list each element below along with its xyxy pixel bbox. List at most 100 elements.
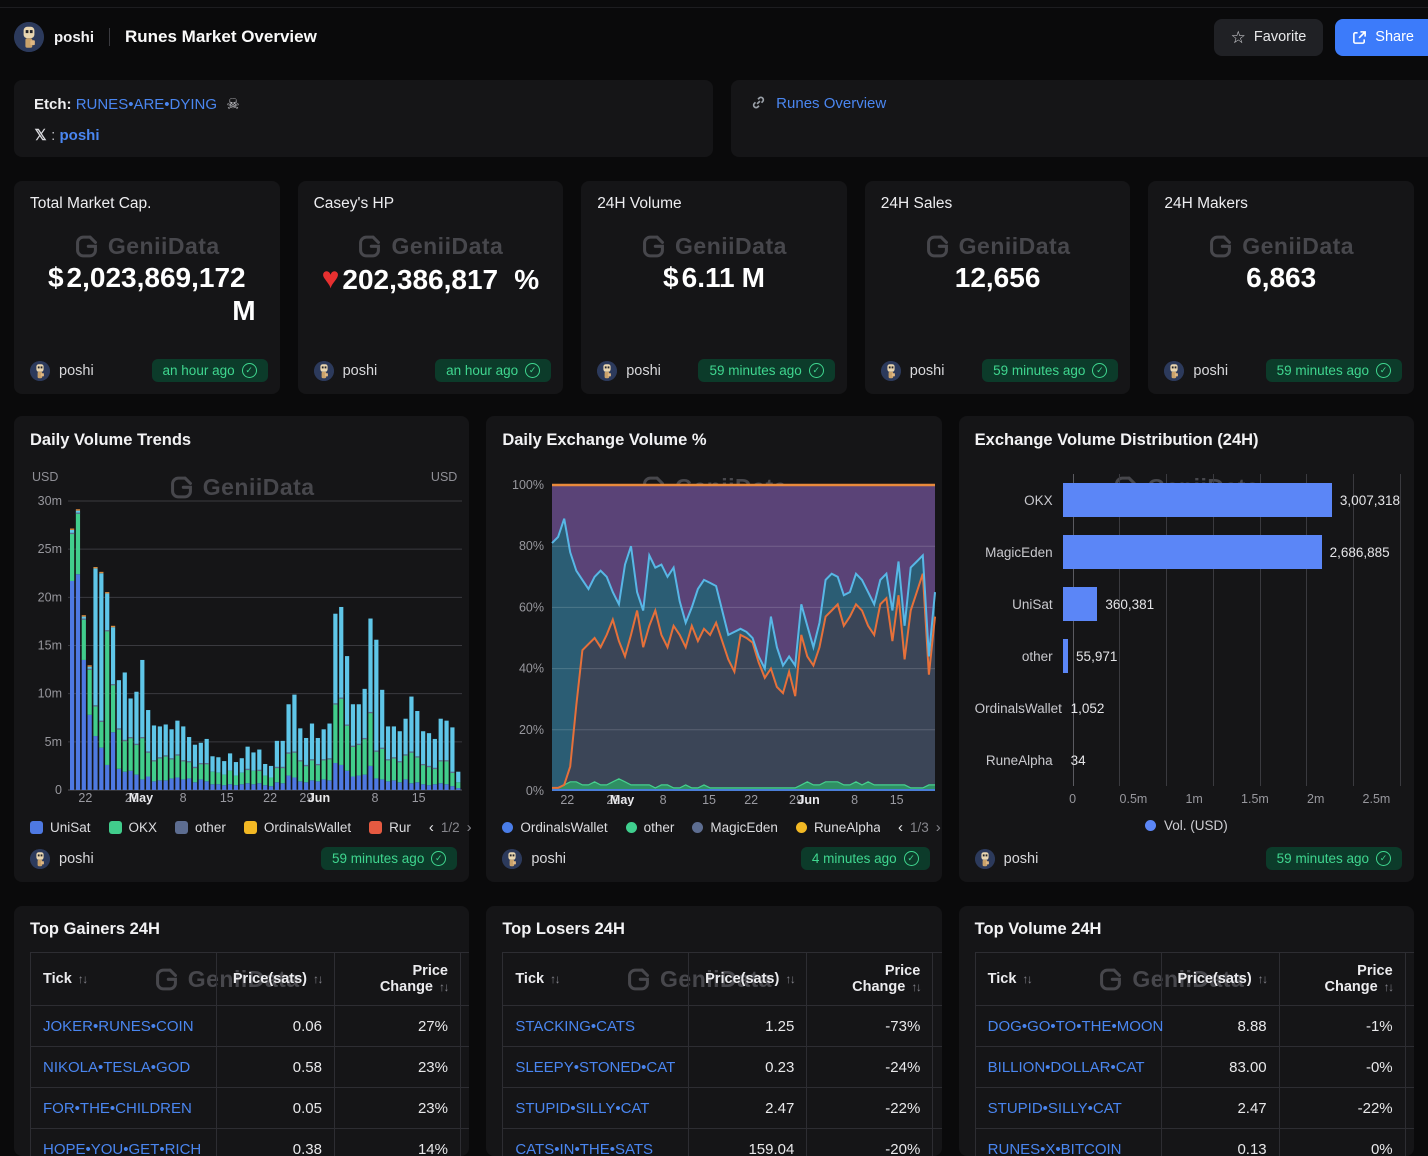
user-name[interactable]: poshi [54,29,94,46]
sort-icon[interactable]: ↑↓ [550,972,559,986]
volume-cell [1405,1129,1414,1156]
tick-cell[interactable]: STUPID•SILLY•CAT [503,1088,689,1129]
bar-segment [351,746,355,777]
column-header[interactable]: Price(sats)↑↓ [689,953,807,1006]
column-header[interactable]: Price Change↑↓ [807,953,933,1006]
table-row: SLEEPY•STONED•CAT0.23-24% [503,1047,942,1088]
sort-icon[interactable]: ↑↓ [78,972,87,986]
hbar-row[interactable]: OrdinalsWallet1,052 [975,682,1400,734]
bar-segment [169,729,173,758]
stat-number: 2,023,869,172 [67,261,246,294]
author-name[interactable]: poshi [343,363,378,379]
chart-legend[interactable]: Vol. (USD) [959,818,1414,833]
author-name[interactable]: poshi [59,363,94,379]
share-button[interactable]: Share [1335,19,1428,56]
etch-card: Etch: RUNES•ARE•DYING ☠ 𝕏 : poshi [14,80,713,157]
sort-icon[interactable]: ↑↓ [439,980,448,994]
sort-icon[interactable]: ↑↓ [313,972,322,986]
bar[interactable] [1063,535,1322,569]
tick-cell[interactable]: STACKING•CATS [503,1006,689,1047]
column-header[interactable]: Tick↑↓ [503,953,689,1006]
stacked-area-chart[interactable]: 0%20%40%60%80%100%2229May8152229Jun815 [494,480,938,806]
card-footer: poshi 59 minutes ago✓ [881,359,1119,382]
bar-segment [175,754,179,777]
column-header[interactable] [1405,953,1414,1006]
bar-segment [76,511,80,513]
author-name[interactable]: poshi [1004,851,1039,867]
etch-link[interactable]: RUNES•ARE•DYING [76,96,217,113]
legend-item[interactable]: UniSat [30,820,91,835]
horizontal-bar-chart[interactable]: OKX3,007,318MagicEden2,686,885UniSat360,… [975,474,1400,810]
legend-item[interactable]: OKX [109,820,158,835]
legend-item[interactable]: Rur [369,820,411,835]
favorite-button[interactable]: ☆ Favorite [1214,19,1324,56]
tick-cell[interactable]: SLEEPY•STONED•CAT [503,1047,689,1088]
column-header[interactable]: V↑↓ [461,953,470,1006]
tick-cell[interactable]: RUNES•X•BITCOIN [975,1129,1161,1156]
column-header[interactable]: Price Change↑↓ [1279,953,1405,1006]
next-page-arrow[interactable]: › [467,819,472,836]
hbar-row[interactable]: other55,971 [975,630,1400,682]
author-name[interactable]: poshi [910,363,945,379]
next-page-arrow[interactable]: › [936,819,941,836]
tick-cell[interactable]: BILLION•DOLLAR•CAT [975,1047,1161,1088]
bar-segment [281,783,285,790]
legend-item[interactable]: RuneAlpha [796,820,880,835]
legend-item[interactable]: other [626,820,675,835]
bar[interactable] [1063,483,1332,517]
column-header[interactable] [933,953,942,1006]
bar-segment [240,784,244,790]
poshi-avatar[interactable] [30,849,50,869]
bar-segment [193,767,197,782]
hbar-row[interactable]: MagicEden2,686,885 [975,526,1400,578]
column-header[interactable]: Price(sats)↑↓ [217,953,335,1006]
sort-icon[interactable]: ↑↓ [1384,980,1393,994]
tick-cell[interactable]: HOPE•YOU•GET•RICH [31,1129,217,1156]
poshi-avatar[interactable] [30,361,50,381]
updated-badge: 59 minutes ago✓ [982,359,1118,382]
tick-cell[interactable]: DOG•GO•TO•THE•MOON [975,1006,1161,1047]
bar-segment [76,574,80,790]
bar-segment [205,763,209,781]
tick-cell[interactable]: JOKER•RUNES•COIN [31,1006,217,1047]
tick-cell[interactable]: NIKOLA•TESLA•GOD [31,1047,217,1088]
hbar-row[interactable]: OKX3,007,318 [975,474,1400,526]
bar-segment [222,785,226,790]
price-change-cell: 23% [335,1088,461,1129]
author-name[interactable]: poshi [626,363,661,379]
column-header[interactable]: Tick↑↓ [31,953,217,1006]
legend-item[interactable]: OrdinalsWallet [502,820,607,835]
sort-icon[interactable]: ↑↓ [785,972,794,986]
poshi-avatar[interactable] [1164,361,1184,381]
column-header[interactable]: Price Change↑↓ [335,953,461,1006]
bar[interactable] [1063,639,1068,673]
poshi-avatar[interactable] [597,361,617,381]
tick-cell[interactable]: STUPID•SILLY•CAT [975,1088,1161,1129]
poshi-avatar[interactable] [975,849,995,869]
sort-icon[interactable]: ↑↓ [1258,972,1267,986]
x-profile-link[interactable]: poshi [60,127,100,144]
legend-item[interactable]: OrdinalsWallet [244,820,351,835]
legend-item[interactable]: other [175,820,226,835]
poshi-avatar[interactable] [314,361,334,381]
legend-item[interactable]: MagicEden [692,820,778,835]
prev-page-arrow[interactable]: ‹ [429,819,434,836]
poshi-avatar[interactable] [502,849,522,869]
hbar-row[interactable]: UniSat360,381 [975,578,1400,630]
author-name[interactable]: poshi [531,851,566,867]
sort-icon[interactable]: ↑↓ [1022,972,1031,986]
author-name[interactable]: poshi [1193,363,1228,379]
hbar-row[interactable]: RuneAlpha34 [975,734,1400,786]
column-header[interactable]: Tick↑↓ [975,953,1161,1006]
runes-overview-link[interactable]: Runes Overview [776,95,886,112]
stacked-bar-chart[interactable]: 05m10m15m20m25m30m2229May8152229Jun815 [22,480,466,806]
prev-page-arrow[interactable]: ‹ [898,819,903,836]
tick-cell[interactable]: FOR•THE•CHILDREN [31,1088,217,1129]
author-name[interactable]: poshi [59,851,94,867]
poshi-avatar[interactable] [14,22,44,52]
tick-cell[interactable]: CATS•IN•THE•SATS [503,1129,689,1156]
bar[interactable] [1063,587,1098,621]
column-header[interactable]: Price(sats)↑↓ [1161,953,1279,1006]
sort-icon[interactable]: ↑↓ [911,980,920,994]
poshi-avatar[interactable] [881,361,901,381]
